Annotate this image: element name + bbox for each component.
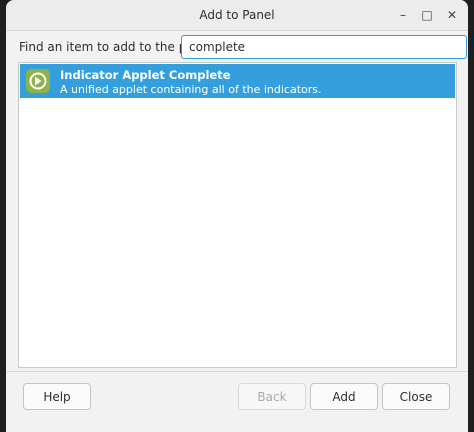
back-button[interactable]: Back — [238, 383, 306, 410]
item-title: Indicator Applet Complete — [60, 68, 231, 82]
indicator-applet-icon — [26, 69, 50, 93]
close-icon[interactable]: ✕ — [443, 6, 461, 24]
help-button[interactable]: Help — [23, 383, 91, 410]
titlebar[interactable]: Add to Panel – □ ✕ — [6, 0, 468, 31]
close-button[interactable]: Close — [382, 383, 450, 410]
applet-list[interactable]: Indicator Applet Complete A unified appl… — [18, 62, 457, 368]
minimize-icon[interactable]: – — [394, 6, 412, 24]
list-item[interactable]: Indicator Applet Complete A unified appl… — [20, 64, 455, 98]
divider — [6, 371, 468, 372]
maximize-icon[interactable]: □ — [418, 6, 436, 24]
add-to-panel-dialog: Add to Panel – □ ✕ Find an item to add t… — [6, 0, 468, 432]
add-button[interactable]: Add — [310, 383, 378, 410]
search-input[interactable] — [181, 35, 467, 59]
item-description: A unified applet containing all of the i… — [60, 83, 322, 96]
